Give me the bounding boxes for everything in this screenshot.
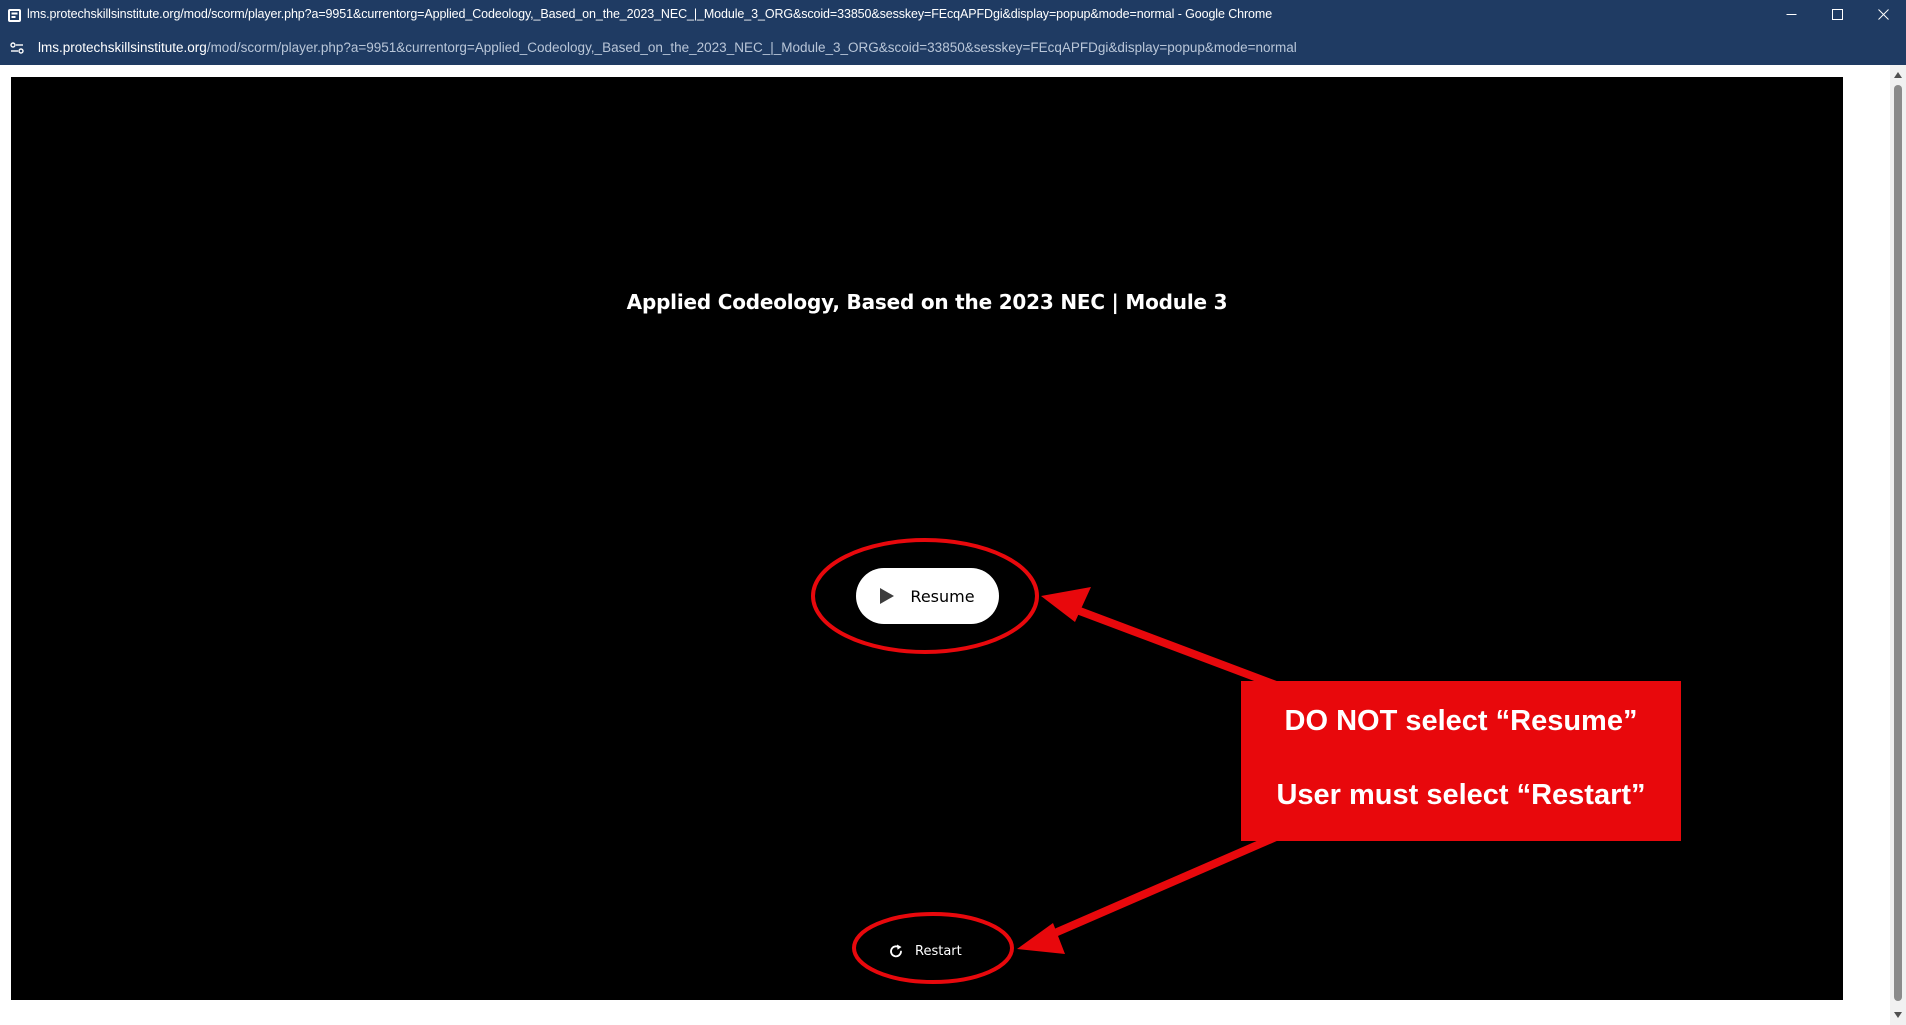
callout-line-1: DO NOT select “Resume” — [1284, 705, 1638, 737]
warning-callout: DO NOT select “Resume” User must select … — [1241, 681, 1681, 841]
url-path: /mod/scorm/player.php?a=9951&currentorg=… — [206, 40, 1297, 55]
site-info-icon[interactable] — [9, 40, 25, 56]
scroll-down-arrow-icon[interactable] — [1890, 1007, 1906, 1023]
resume-label: Resume — [910, 586, 975, 606]
scorm-player: Applied Codeology, Based on the 2023 NEC… — [11, 77, 1843, 1000]
maximize-icon — [1831, 7, 1843, 25]
minimize-icon — [1786, 7, 1797, 25]
url-domain: lms.protechskillsinstitute.org — [38, 40, 207, 55]
arrow-to-restart-head — [1017, 923, 1065, 954]
restart-label: Restart — [915, 943, 962, 959]
browser-window: lms.protechskillsinstitute.org/mod/scorm… — [0, 0, 1906, 1025]
maximize-button[interactable] — [1814, 0, 1860, 31]
arrow-to-resume-line — [1059, 600, 1278, 689]
arrow-to-resume-head — [1041, 587, 1091, 622]
url-text[interactable]: lms.protechskillsinstitute.org/mod/scorm… — [38, 40, 1297, 55]
restart-button[interactable]: Restart — [888, 939, 978, 963]
address-bar[interactable]: lms.protechskillsinstitute.org/mod/scorm… — [0, 31, 1906, 65]
window-title: lms.protechskillsinstitute.org/mod/scorm… — [27, 7, 1273, 21]
page-content: Applied Codeology, Based on the 2023 NEC… — [0, 65, 1906, 1025]
course-title: Applied Codeology, Based on the 2023 NEC… — [626, 290, 1228, 314]
close-button[interactable] — [1860, 0, 1906, 31]
scrollbar-thumb[interactable] — [1894, 85, 1902, 1001]
page-favicon-icon — [8, 9, 21, 22]
resume-button[interactable]: Resume — [856, 568, 999, 624]
callout-line-2: User must select “Restart” — [1276, 779, 1646, 811]
play-icon — [880, 588, 895, 604]
restart-icon — [888, 943, 904, 959]
vertical-scrollbar[interactable] — [1890, 65, 1906, 1025]
arrow-to-restart-line — [1039, 833, 1278, 943]
annotation-overlay — [811, 538, 1278, 984]
title-bar: lms.protechskillsinstitute.org/mod/scorm… — [0, 0, 1906, 31]
minimize-button[interactable] — [1768, 0, 1814, 31]
close-icon — [1877, 7, 1889, 25]
scroll-up-arrow-icon[interactable] — [1890, 67, 1906, 83]
